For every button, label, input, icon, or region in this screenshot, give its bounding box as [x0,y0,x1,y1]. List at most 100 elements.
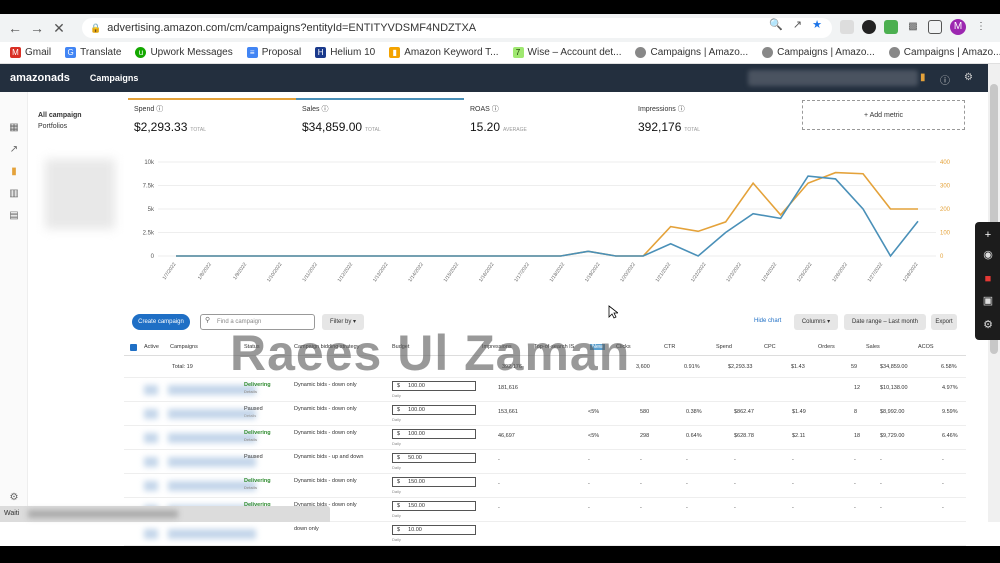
help-icon[interactable]: ⓘ [940,72,950,87]
metric-impressions[interactable]: Impressions ⓘ 392,176 TOTAL [632,98,800,142]
budget-daily-label: Daily [392,393,401,398]
budget-input[interactable]: $100.00 [392,405,476,415]
bidding-strategy-cell[interactable]: Dynamic bids - down only [294,430,357,436]
bookmark-translate[interactable]: G Translate [65,47,121,58]
currency-symbol: $ [397,431,401,437]
col-spend[interactable]: Spend [716,344,732,350]
export-button[interactable]: Export [931,314,957,330]
bookmark-campaigns-2[interactable]: Campaigns | Amazo... [762,47,875,58]
campaigns-icon[interactable]: ▮ [8,166,20,178]
extension-chart-icon[interactable] [884,20,898,34]
nav-portfolios[interactable]: Portfolios [28,121,120,132]
status-details-link[interactable]: Details [244,413,263,418]
active-toggle[interactable] [144,385,158,395]
dashboard-icon[interactable]: ▦ [8,122,20,134]
extensions: ▩ M ⋮ [840,19,988,35]
col-campaigns[interactable]: Campaigns [170,344,198,350]
campaign-name-link[interactable] [168,481,256,491]
col-active[interactable]: Active [144,344,159,350]
budget-input[interactable]: $100.00 [392,381,476,391]
sidepanel-icon[interactable] [928,20,942,34]
cell-clicks: 298 [640,433,650,439]
campaign-name-link[interactable] [168,433,256,443]
budget-value: 10.00 [408,527,422,533]
budget-input[interactable]: $10.00 [392,525,476,535]
col-acos[interactable]: ACOS [918,344,934,350]
plus-icon[interactable]: + [981,228,995,242]
back-arrow-icon[interactable]: ← [4,17,26,39]
bookmark-campaigns-1[interactable]: Campaigns | Amazo... [635,47,748,58]
col-ctr[interactable]: CTR [664,344,675,350]
campaign-name-link[interactable] [168,385,256,395]
campaign-name-link[interactable] [168,457,256,467]
bookmark-campaigns-3[interactable]: Campaigns | Amazo... [888,47,1000,58]
extension-shield-icon[interactable] [840,20,854,34]
section-title: Campaigns [89,73,139,83]
bookmark-wise[interactable]: 7 Wise – Account det... [512,47,621,58]
budget-input[interactable]: $50.00 [392,453,476,463]
forward-arrow-icon[interactable]: → [26,17,48,39]
campaign-name-link[interactable] [168,409,256,419]
kebab-menu-icon[interactable]: ⋮ [974,20,988,34]
bidding-strategy-cell[interactable]: Dynamic bids - up and down [294,454,363,460]
bookmark-keyword[interactable]: ▮ Amazon Keyword T... [389,47,499,58]
video-icon[interactable]: ■ [981,272,995,286]
bookmark-star-icon[interactable]: ★ [812,18,822,31]
bidding-strategy-cell[interactable]: down only [294,526,319,532]
assets-icon[interactable]: ▤ [8,210,20,222]
col-cpc[interactable]: CPC [764,344,776,350]
active-toggle[interactable] [144,529,158,539]
wise-icon: 7 [512,47,524,58]
zoom-icon[interactable]: 🔍 [769,18,783,31]
metric-sales[interactable]: Sales ⓘ $34,859.00 TOTAL [296,98,464,142]
select-all-checkbox[interactable] [130,344,137,351]
bookmark-upwork[interactable]: u Upwork Messages [135,47,233,58]
camera-icon[interactable]: ◉ [981,248,995,262]
bidding-strategy-cell[interactable]: Dynamic bids - down only [294,382,357,388]
recorder-settings-icon[interactable]: ⚙ [981,318,995,332]
extension-circle-icon[interactable] [862,20,876,34]
x-tick-label: 1/15/2022 [443,262,461,284]
active-toggle[interactable] [144,457,158,467]
add-metric-button[interactable]: + Add metric [802,100,965,130]
settings-gear-icon[interactable]: ⚙ [8,492,20,504]
avatar[interactable]: M [950,19,966,35]
amazon-ads-logo[interactable]: amazonads [10,72,70,84]
active-toggle[interactable] [144,481,158,491]
col-sales[interactable]: Sales [866,344,880,350]
settings-icon[interactable]: ⚙ [964,72,973,83]
budget-input[interactable]: $100.00 [392,429,476,439]
active-toggle[interactable] [144,433,158,443]
columns-button[interactable]: Columns ▾ [794,314,838,330]
puzzle-icon[interactable]: ▩ [906,20,920,34]
status-details-link[interactable]: Details [244,389,271,394]
bookmark-proposal[interactable]: ≡ Proposal [246,47,301,58]
nav-all-campaigns[interactable]: All campaign [28,110,120,121]
bookmark-helium[interactable]: H Helium 10 [315,47,375,58]
status-details-link[interactable]: Details [244,485,271,490]
portfolio-list-blurred [45,159,115,229]
col-orders[interactable]: Orders [818,344,835,350]
share-icon[interactable]: ↗ [793,18,802,31]
stop-loading-icon[interactable]: ✕ [48,17,70,39]
account-selector[interactable] [748,70,918,86]
campaign-name-link[interactable] [168,529,256,539]
metric-spend[interactable]: Spend ⓘ $2,293.33 TOTAL [128,98,296,142]
metric-roas[interactable]: ROAS ⓘ 15.20 AVERAGE [464,98,632,142]
bookmark-gmail[interactable]: M Gmail [10,47,51,58]
bidding-strategy-cell[interactable]: Dynamic bids - down only [294,478,357,484]
reports-icon[interactable]: ▥ [8,188,20,200]
trend-icon[interactable]: ↗ [8,144,20,156]
budget-input[interactable]: $150.00 [392,477,476,487]
status-details-link[interactable]: Details [244,437,271,442]
create-campaign-button[interactable]: Create campaign [132,314,190,330]
bidding-strategy-cell[interactable]: Dynamic bids - down only [294,406,357,412]
address-bar[interactable]: 🔒 advertising.amazon.com/cm/campaigns?en… [82,18,832,38]
notification-icon[interactable]: ▮ [920,72,926,83]
hide-chart-link[interactable]: Hide chart [754,318,781,324]
gallery-icon[interactable]: ▣ [981,294,995,308]
date-range-button[interactable]: Date range – Last month [844,314,926,330]
x-tick-label: 1/28/2022 [902,262,920,284]
active-toggle[interactable] [144,409,158,419]
budget-input[interactable]: $150.00 [392,501,476,511]
